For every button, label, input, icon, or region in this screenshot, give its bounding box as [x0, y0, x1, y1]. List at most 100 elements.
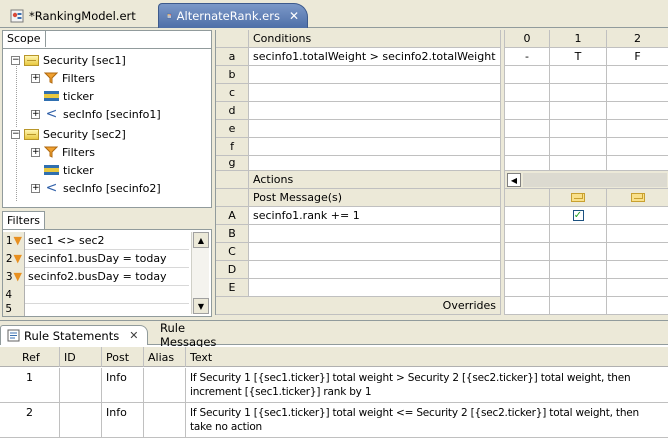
message-icon[interactable]	[571, 193, 585, 202]
column-header-text[interactable]: Text	[186, 347, 668, 367]
scroll-left-icon[interactable]: ◀	[507, 173, 521, 187]
scroll-track[interactable]	[523, 173, 667, 187]
expand-icon[interactable]: +	[31, 183, 40, 193]
scroll-up-icon[interactable]: ▲	[193, 232, 209, 248]
tree-node-filters-sec2[interactable]: + Filters	[31, 143, 95, 161]
post-message-cell[interactable]	[607, 189, 668, 207]
condition-value[interactable]: F	[607, 48, 668, 66]
filter-row[interactable]: 3 ▼ secinfo2.busDay = today	[3, 267, 189, 286]
condition-value[interactable]	[505, 138, 550, 156]
column-header-post[interactable]: Post	[102, 347, 144, 367]
tree-node-ticker-sec1[interactable]: ticker	[44, 87, 94, 105]
condition-value[interactable]	[607, 102, 668, 120]
condition-expression[interactable]: secinfo1.totalWeight > secinfo2.totalWei…	[249, 48, 501, 66]
filter-expression[interactable]: secinfo1.busDay = today	[25, 252, 167, 265]
action-value[interactable]	[607, 261, 668, 279]
override-value[interactable]	[505, 297, 550, 315]
condition-value[interactable]	[550, 66, 607, 84]
column-header-1[interactable]: 1	[550, 30, 607, 48]
action-expression[interactable]	[249, 225, 501, 243]
filter-row[interactable]: 4	[3, 285, 189, 304]
column-header-2[interactable]: 2	[607, 30, 668, 48]
action-expression[interactable]: secinfo1.rank += 1	[249, 207, 501, 225]
filter-row[interactable]: 2 ▼ secinfo1.busDay = today	[3, 249, 189, 268]
action-value[interactable]: ✓	[550, 207, 607, 225]
expand-icon[interactable]: +	[31, 147, 40, 157]
tab-rule-statements[interactable]: Rule Statements ✕	[0, 325, 148, 345]
values-scrollbar[interactable]: ◀	[505, 171, 668, 189]
condition-value[interactable]	[505, 84, 550, 102]
filter-row[interactable]: 5	[3, 304, 189, 316]
override-value[interactable]	[550, 297, 607, 315]
column-header-id[interactable]: ID	[60, 347, 102, 367]
condition-expression[interactable]	[249, 66, 501, 84]
action-value[interactable]	[505, 243, 550, 261]
condition-value[interactable]	[607, 66, 668, 84]
action-expression[interactable]	[249, 261, 501, 279]
tree-node-secinfo1[interactable]: + < secInfo [secinfo1]	[31, 105, 161, 123]
tree-node-security-sec1[interactable]: − Security [sec1]	[11, 51, 126, 69]
action-value[interactable]	[550, 261, 607, 279]
condition-value[interactable]	[505, 156, 550, 171]
condition-value[interactable]	[550, 156, 607, 171]
action-value[interactable]	[505, 261, 550, 279]
filter-expression[interactable]: sec1 <> sec2	[25, 234, 105, 247]
column-header-alias[interactable]: Alias	[144, 347, 186, 367]
message-icon[interactable]	[630, 193, 645, 202]
condition-value[interactable]	[607, 138, 668, 156]
action-expression[interactable]	[249, 279, 501, 297]
expand-icon[interactable]: +	[31, 73, 40, 83]
condition-value[interactable]	[607, 84, 668, 102]
checkbox-checked-icon[interactable]: ✓	[572, 210, 584, 221]
condition-value[interactable]	[505, 102, 550, 120]
rule-statement-row[interactable]: 1 Info If Security 1 [{sec1.ticker}] tot…	[0, 368, 668, 403]
tree-node-ticker-sec2[interactable]: ticker	[44, 161, 94, 179]
scope-tab[interactable]: Scope	[2, 30, 46, 47]
filter-expression[interactable]: secinfo2.busDay = today	[25, 270, 167, 283]
close-icon[interactable]: ✕	[129, 329, 138, 342]
tab-ranking-model[interactable]: *RankingModel.ert	[2, 3, 148, 28]
override-value[interactable]	[607, 297, 668, 315]
collapse-icon[interactable]: −	[11, 55, 20, 65]
condition-value[interactable]	[550, 120, 607, 138]
action-expression[interactable]	[249, 243, 501, 261]
expand-icon[interactable]: +	[31, 109, 40, 119]
tab-alternate-rank[interactable]: AlternateRank.ers ✕	[158, 3, 308, 28]
action-value[interactable]	[505, 279, 550, 297]
post-message-cell[interactable]	[505, 189, 550, 207]
condition-value[interactable]	[550, 84, 607, 102]
collapse-icon[interactable]: −	[11, 129, 20, 139]
condition-expression[interactable]	[249, 120, 501, 138]
condition-value[interactable]	[550, 138, 607, 156]
condition-value[interactable]: -	[505, 48, 550, 66]
action-value[interactable]	[550, 279, 607, 297]
condition-expression[interactable]	[249, 84, 501, 102]
action-value[interactable]	[505, 225, 550, 243]
filters-tab[interactable]: Filters	[2, 211, 45, 229]
rule-statement-row[interactable]: 2 Info If Security 1 [{sec1.ticker}] tot…	[0, 403, 668, 438]
condition-value[interactable]	[607, 156, 668, 171]
scroll-down-icon[interactable]: ▼	[193, 298, 209, 314]
action-value[interactable]	[607, 225, 668, 243]
action-value[interactable]	[607, 279, 668, 297]
condition-expression[interactable]	[249, 102, 501, 120]
condition-value[interactable]	[607, 120, 668, 138]
action-value[interactable]	[607, 243, 668, 261]
condition-expression[interactable]	[249, 138, 501, 156]
condition-value[interactable]	[550, 102, 607, 120]
tree-node-secinfo2[interactable]: + < secInfo [secinfo2]	[31, 179, 161, 197]
action-value[interactable]	[607, 207, 668, 225]
action-value[interactable]	[550, 225, 607, 243]
filter-row[interactable]: 1 ▼ sec1 <> sec2	[3, 231, 189, 250]
tree-node-security-sec2[interactable]: − Security [sec2]	[11, 125, 126, 143]
close-icon[interactable]: ✕	[289, 9, 299, 23]
condition-value[interactable]: T	[550, 48, 607, 66]
column-header-ref[interactable]: Ref	[0, 347, 60, 367]
tree-node-filters-sec1[interactable]: + Filters	[31, 69, 95, 87]
condition-value[interactable]	[505, 120, 550, 138]
tab-rule-messages[interactable]: Rule Messages	[154, 321, 246, 349]
post-message-cell[interactable]	[550, 189, 607, 207]
column-header-0[interactable]: 0	[505, 30, 550, 48]
action-value[interactable]	[550, 243, 607, 261]
condition-expression[interactable]	[249, 156, 501, 171]
